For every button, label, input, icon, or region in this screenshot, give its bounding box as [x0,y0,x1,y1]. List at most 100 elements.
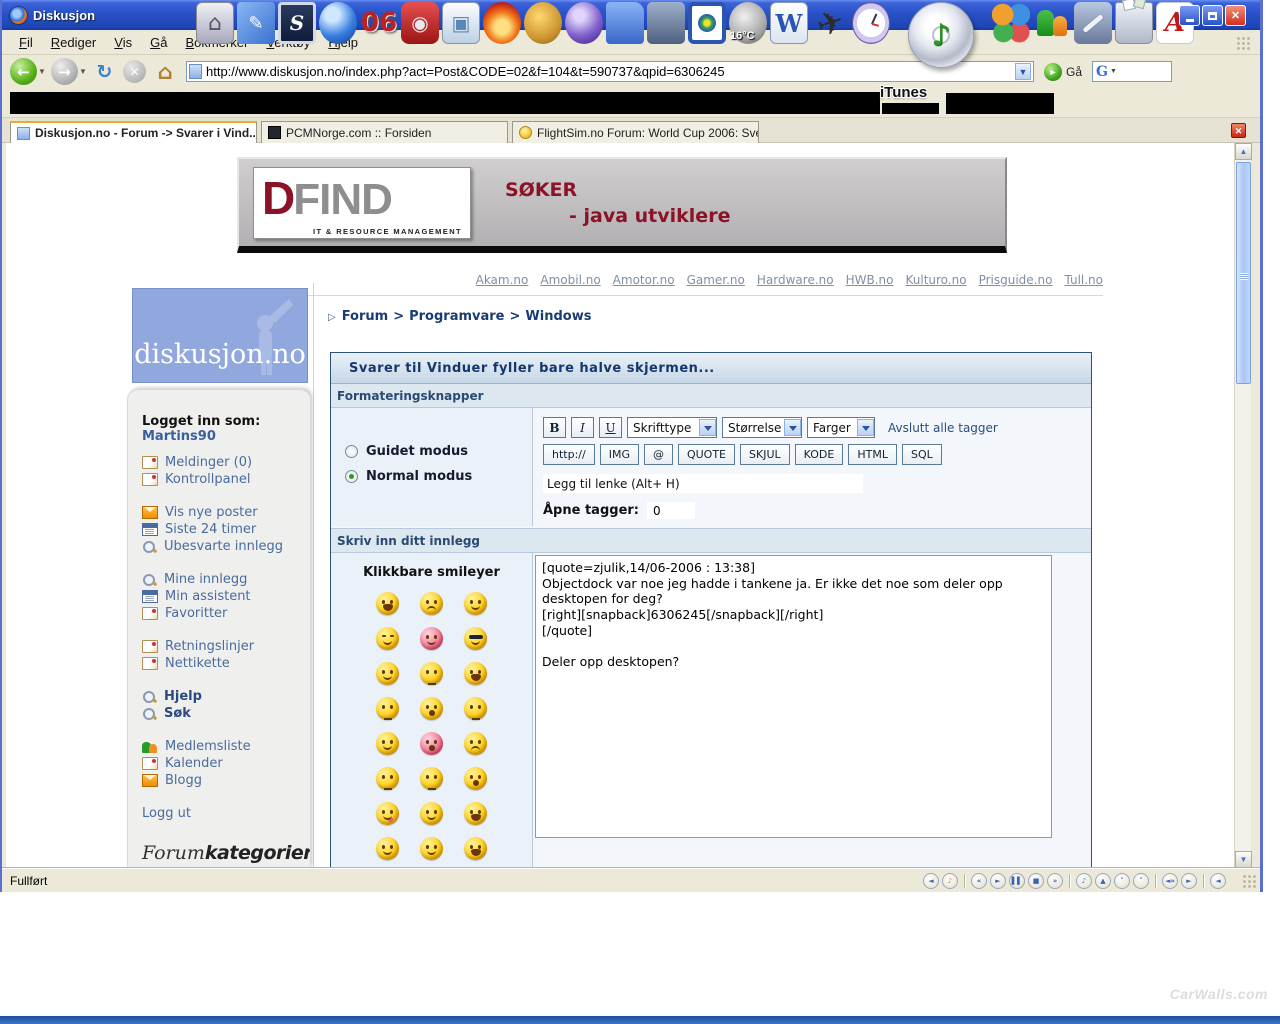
breadcrumb-forum[interactable]: Forum [342,309,389,324]
media-left-icon[interactable]: ◄ [923,872,939,889]
tag-button-[interactable]: @ [643,444,673,465]
back-dropdown-icon[interactable]: ▼ [38,67,47,76]
flame-icon[interactable] [483,2,521,44]
radio-guidet-modus[interactable] [345,445,358,458]
smiley-blush[interactable] [420,627,443,650]
menu-fil[interactable]: Fil [10,33,42,52]
weather-moon-icon[interactable]: 16°C [729,2,767,44]
portal-link-prisguide-no[interactable]: Prisguide.no [979,273,1053,287]
cd-burner-icon[interactable]: ◉ [401,2,439,44]
sidebar-item-meldinger-0[interactable]: Meldinger (0) [142,454,310,471]
select-skrifttype[interactable]: Skrifttype [627,417,717,438]
portal-link-hardware-no[interactable]: Hardware.no [757,273,834,287]
sidebar-item-kalender[interactable]: Kalender [142,755,310,772]
smiley-roll[interactable] [420,802,443,825]
smiley-smirk[interactable] [464,697,487,720]
itunes-icon[interactable]: ♪ [897,2,985,68]
close-button[interactable]: ✕ [1225,5,1246,26]
sidebar-item-retningslinjer[interactable]: Retningslinjer [142,638,310,655]
home-button[interactable]: ⌂ [152,58,178,85]
smiley-thumbs-down[interactable] [376,837,399,860]
smiley-mad[interactable] [464,732,487,755]
stop-button[interactable]: ✕ [123,60,146,83]
tag-button-img[interactable]: IMG [599,444,639,465]
sidebar-item-siste-24-timer[interactable]: Siste 24 timer [142,521,310,538]
tab-3[interactable]: FlightSim.no Forum: World Cup 2006: Sver… [512,121,759,143]
italic-button[interactable]: I [571,417,594,438]
username-link[interactable]: Martins90 [142,429,216,444]
portal-link-akam-no[interactable]: Akam.no [476,273,529,287]
portal-link-gamer-no[interactable]: Gamer.no [687,273,745,287]
sidebar-item-hjelp[interactable]: Hjelp [142,688,310,705]
sidebar-item-kontrollpanel[interactable]: Kontrollpanel [142,471,310,488]
sidebar-item-blogg[interactable]: Blogg [142,772,310,789]
add-link-input[interactable] [543,474,863,493]
smiley-angel[interactable] [376,732,399,755]
menu-rediger[interactable]: Rediger [42,33,106,52]
close-all-tags-link[interactable]: Avslutt alle tagger [888,421,998,435]
portal-link-tull-no[interactable]: Tull.no [1064,273,1103,287]
msn-butterfly-icon[interactable] [992,2,1030,44]
minimize-button[interactable] [1179,5,1200,26]
bold-button[interactable]: B [543,417,566,438]
smiley-smile[interactable] [464,592,487,615]
search-engine-dropdown-icon[interactable]: ▼ [1110,68,1117,75]
tv2-06-icon[interactable]: 06 [360,2,398,44]
tag-button-sql[interactable]: SQL [901,444,942,465]
eye-icon[interactable] [688,2,726,44]
media-prev-icon[interactable]: « [971,872,987,889]
media-note2-icon[interactable]: ♪ [1076,872,1092,889]
smiley-sad[interactable] [420,592,443,615]
media-up-icon[interactable]: ˄ [1114,872,1130,889]
scroll-down-icon[interactable]: ▼ [1235,851,1252,868]
smiley-thumbs-up[interactable] [420,837,443,860]
smiley-shock[interactable] [464,767,487,790]
portal-link-amobil-no[interactable]: Amobil.no [540,273,600,287]
scroll-up-icon[interactable]: ▲ [1235,143,1252,160]
tag-button-http[interactable]: http:// [543,444,595,465]
tab-1[interactable]: Diskusjon.no - Forum -> Svarer i Vind... [10,121,257,143]
messenger-people-icon[interactable] [1033,2,1071,44]
media-note-icon[interactable]: ♪ [942,872,958,889]
mode-option-guidet-modus[interactable]: Guidet modus [345,444,532,459]
smiley-huh[interactable] [420,767,443,790]
scrollbar-thumb[interactable] [1236,162,1251,384]
word-icon[interactable]: W [770,2,808,44]
smiley-cry[interactable] [376,662,399,685]
smiley-dry[interactable] [376,767,399,790]
tools-icon[interactable] [1074,2,1112,44]
breadcrumb-programvare[interactable]: Programvare [409,309,504,324]
underline-button[interactable]: U [599,417,622,438]
smiley-laugh[interactable] [376,592,399,615]
resize-grip[interactable] [1242,874,1256,888]
vertical-scrollbar[interactable]: ▲ ▼ [1234,143,1252,868]
menu-gå[interactable]: Gå [141,33,176,52]
clock-icon[interactable] [852,2,890,44]
smiley-woot[interactable] [464,802,487,825]
smiley-whistle[interactable] [420,697,443,720]
trillian-icon[interactable]: S [278,2,316,44]
media-stop-icon[interactable]: ■ [1028,872,1044,889]
globe-icon[interactable] [565,2,603,44]
google-earth-icon[interactable] [319,2,357,44]
media-eject-icon[interactable]: ▲ [1095,872,1111,889]
sidebar-item-medlemsliste[interactable]: Medlemsliste [142,738,310,755]
forward-dropdown-icon[interactable]: ▼ [79,67,88,76]
media-expand-icon[interactable]: ► [1181,872,1197,889]
sidebar-item-vis-nye-poster[interactable]: Vis nye poster [142,504,310,521]
post-textarea[interactable]: [quote=zjulik,14/06-2006 : 13:38] Object… [535,555,1052,838]
back-button[interactable]: ← [10,58,37,85]
airplane-icon[interactable]: ✈ [811,1,849,45]
open-tags-input[interactable] [647,502,695,519]
sidebar-item-favoritter[interactable]: Favoritter [142,605,310,622]
sidebar-item-logg-ut[interactable]: Logg ut [142,805,310,822]
smiley-grin[interactable] [376,627,399,650]
tab-close-icon[interactable]: ✕ [1231,123,1246,138]
sidebar-item-nettikette[interactable]: Nettikette [142,655,310,672]
smiley-cool[interactable] [464,627,487,650]
tag-button-quote[interactable]: QUOTE [677,444,736,465]
tab-2[interactable]: PCMNorge.com :: Forsiden [261,121,508,143]
bearshare-icon[interactable] [524,2,562,44]
radio-normal-modus[interactable] [345,470,358,483]
smiley-rolleyes[interactable] [376,697,399,720]
